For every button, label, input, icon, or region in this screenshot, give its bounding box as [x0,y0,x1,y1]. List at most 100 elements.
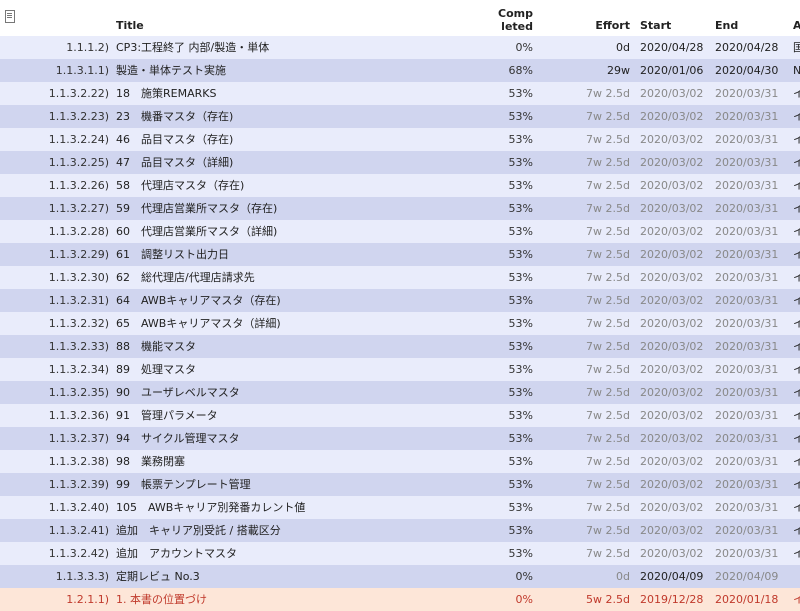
task-effort: 7w 2.5d [586,156,630,169]
task-title: 60 代理店営業所マスタ（詳細) [116,225,278,238]
task-completed: 53% [508,133,533,146]
task-id: 1.1.3.2.38) [48,455,109,468]
table-row[interactable]: 1.1.3.2.37) 94 サイクル管理マスタ 53% 7w 2.5d 2020/03… [0,427,800,450]
task-id: 1.1.3.2.36) [48,409,109,422]
task-assignee: イ [793,478,800,491]
task-assignee: イ [793,524,800,537]
task-effort: 7w 2.5d [586,87,630,100]
task-start: 2020/04/28 [640,41,704,54]
column-title[interactable]: Title [116,19,144,32]
table-row[interactable]: 1.1.3.2.25) 47 品目マスタ（詳細) 53% 7w 2.5d 2020/03… [0,151,800,174]
task-end: 2020/03/31 [715,386,779,399]
task-completed: 53% [508,271,533,284]
task-completed: 53% [508,501,533,514]
task-id: 1.1.3.2.39) [48,478,109,491]
column-completed[interactable]: Comp leted [496,7,533,33]
task-assignee: イ [793,248,800,261]
task-title: 61 調整リスト出力日 [116,248,229,261]
table-row[interactable]: 1.1.3.2.26) 58 代理店マスタ（存在) 53% 7w 2.5d 2020/0… [0,174,800,197]
task-assignee [793,565,800,588]
task-title: 定期レビュ No.3 [116,570,200,583]
task-title: 追加 キャリア別受託 / 搭載区分 [116,524,281,537]
task-title: 59 代理店営業所マスタ（存在) [116,202,278,215]
table-row[interactable]: 1.1.3.2.40) 105 AWBキャリア別発番カレント値 53% 7w 2.5d… [0,496,800,519]
table-row[interactable]: 1.1.3.1.1) 製造・単体テスト実施 68% 29w 2020/01/06 2020… [0,59,800,82]
task-title: 58 代理店マスタ（存在) [116,179,245,192]
task-table: 1.1.1.2) CP3:工程終了 内部/製造・単体 0% 0d 2020/04/28 2… [0,36,800,611]
task-end: 2020/03/31 [715,524,779,537]
task-effort: 0d [616,41,630,54]
task-id: 1.1.3.2.26) [48,179,109,192]
task-completed: 68% [508,64,533,77]
table-row[interactable]: 1.1.3.2.39) 99 帳票テンプレート管理 53% 7w 2.5d 2020/0… [0,473,800,496]
table-row[interactable]: 1.1.3.2.36) 91 管理パラメータ 53% 7w 2.5d 2020/03/0… [0,404,800,427]
task-start: 2020/03/02 [640,409,704,422]
task-end: 2020/03/31 [715,478,779,491]
table-row[interactable]: 1.1.3.2.42) 追加 アカウントマスタ 53% 7w 2.5d 2020/03/… [0,542,800,565]
task-completed: 53% [508,248,533,261]
task-completed: 53% [508,455,533,468]
table-row[interactable]: 1.1.3.2.29) 61 調整リスト出力日 53% 7w 2.5d 2020/03/… [0,243,800,266]
table-row[interactable]: 1.1.3.2.41) 追加 キャリア別受託 / 搭載区分 53% 7w 2.5d 20… [0,519,800,542]
task-title: 追加 アカウントマスタ [116,547,237,560]
task-completed: 53% [508,478,533,491]
task-title: 91 管理パラメータ [116,409,218,422]
task-end: 2020/03/31 [715,501,779,514]
table-row[interactable]: 1.1.3.3.3) 定期レビュ No.3 0% 0d 2020/04/09 2020/0… [0,565,800,588]
task-id: 1.1.3.2.30) [48,271,109,284]
task-completed: 0% [515,41,533,54]
task-end: 2020/04/09 [715,570,779,583]
table-row[interactable]: 1.1.3.2.23) 23 機番マスタ（存在) 53% 7w 2.5d 2020/03… [0,105,800,128]
column-start[interactable]: Start [640,19,671,32]
task-end: 2020/03/31 [715,409,779,422]
table-row[interactable]: 1.1.3.2.27) 59 代理店営業所マスタ（存在) 53% 7w 2.5d 202… [0,197,800,220]
task-effort: 7w 2.5d [586,478,630,491]
task-effort: 7w 2.5d [586,432,630,445]
table-row[interactable]: 1.1.3.2.28) 60 代理店営業所マスタ（詳細) 53% 7w 2.5d 202… [0,220,800,243]
task-assignee: イ [793,87,800,100]
table-row[interactable]: 1.1.3.2.30) 62 総代理店/代理店請求先 53% 7w 2.5d 2020/… [0,266,800,289]
task-end: 2020/03/31 [715,340,779,353]
task-effort: 7w 2.5d [586,386,630,399]
task-id: 1.1.3.2.37) [48,432,109,445]
task-title: 94 サイクル管理マスタ [116,432,240,445]
column-end[interactable]: End [715,19,738,32]
task-completed: 53% [508,179,533,192]
task-end: 2020/03/31 [715,547,779,560]
table-row[interactable]: 1.1.3.2.34) 89 処理マスタ 53% 7w 2.5d 2020/03/02 2… [0,358,800,381]
task-end: 2020/04/28 [715,41,779,54]
document-icon[interactable] [5,10,15,23]
task-title: 47 品目マスタ（詳細) [116,156,234,169]
table-row[interactable]: 1.1.3.2.22) 18 施策REMARKS 53% 7w 2.5d 2020/03… [0,82,800,105]
task-title: 89 処理マスタ [116,363,196,376]
task-start: 2020/03/02 [640,524,704,537]
column-assignee[interactable]: A [793,19,800,32]
column-effort[interactable]: Effort [590,19,630,32]
table-row[interactable]: 1.1.3.2.32) 65 AWBキャリアマスタ（詳細) 53% 7w 2.5d 20… [0,312,800,335]
table-row[interactable]: 1.1.3.2.38) 98 業務閉塞 53% 7w 2.5d 2020/03/02 20… [0,450,800,473]
task-assignee: イ [793,179,800,192]
task-title: 62 総代理店/代理店請求先 [116,271,255,284]
task-effort: 7w 2.5d [586,271,630,284]
task-id: 1.1.3.2.33) [48,340,109,353]
task-completed: 53% [508,294,533,307]
task-assignee: イ [793,409,800,422]
task-end: 2020/03/31 [715,271,779,284]
task-assignee: N [793,64,800,77]
task-completed: 53% [508,87,533,100]
task-effort: 7w 2.5d [586,248,630,261]
table-row[interactable]: 1.1.3.2.24) 46 品目マスタ（存在) 53% 7w 2.5d 2020/03… [0,128,800,151]
task-assignee: イ [793,340,800,353]
table-row[interactable]: 1.1.3.2.31) 64 AWBキャリアマスタ（存在) 53% 7w 2.5d 20… [0,289,800,312]
task-title: 23 機番マスタ（存在) [116,110,234,123]
column-completed-line1: Comp [498,7,533,20]
task-title: 99 帳票テンプレート管理 [116,478,251,491]
task-effort: 0d [616,570,630,583]
table-row[interactable]: 1.1.1.2) CP3:工程終了 内部/製造・単体 0% 0d 2020/04/28 2… [0,36,800,59]
table-row[interactable]: 1.1.3.2.35) 90 ユーザレベルマスタ 53% 7w 2.5d 2020/03… [0,381,800,404]
task-start: 2020/03/02 [640,547,704,560]
task-effort: 7w 2.5d [586,294,630,307]
task-start: 2020/03/02 [640,340,704,353]
task-assignee: イ [793,294,800,307]
table-row[interactable]: 1.1.3.2.33) 88 機能マスタ 53% 7w 2.5d 2020/03/02 2… [0,335,800,358]
